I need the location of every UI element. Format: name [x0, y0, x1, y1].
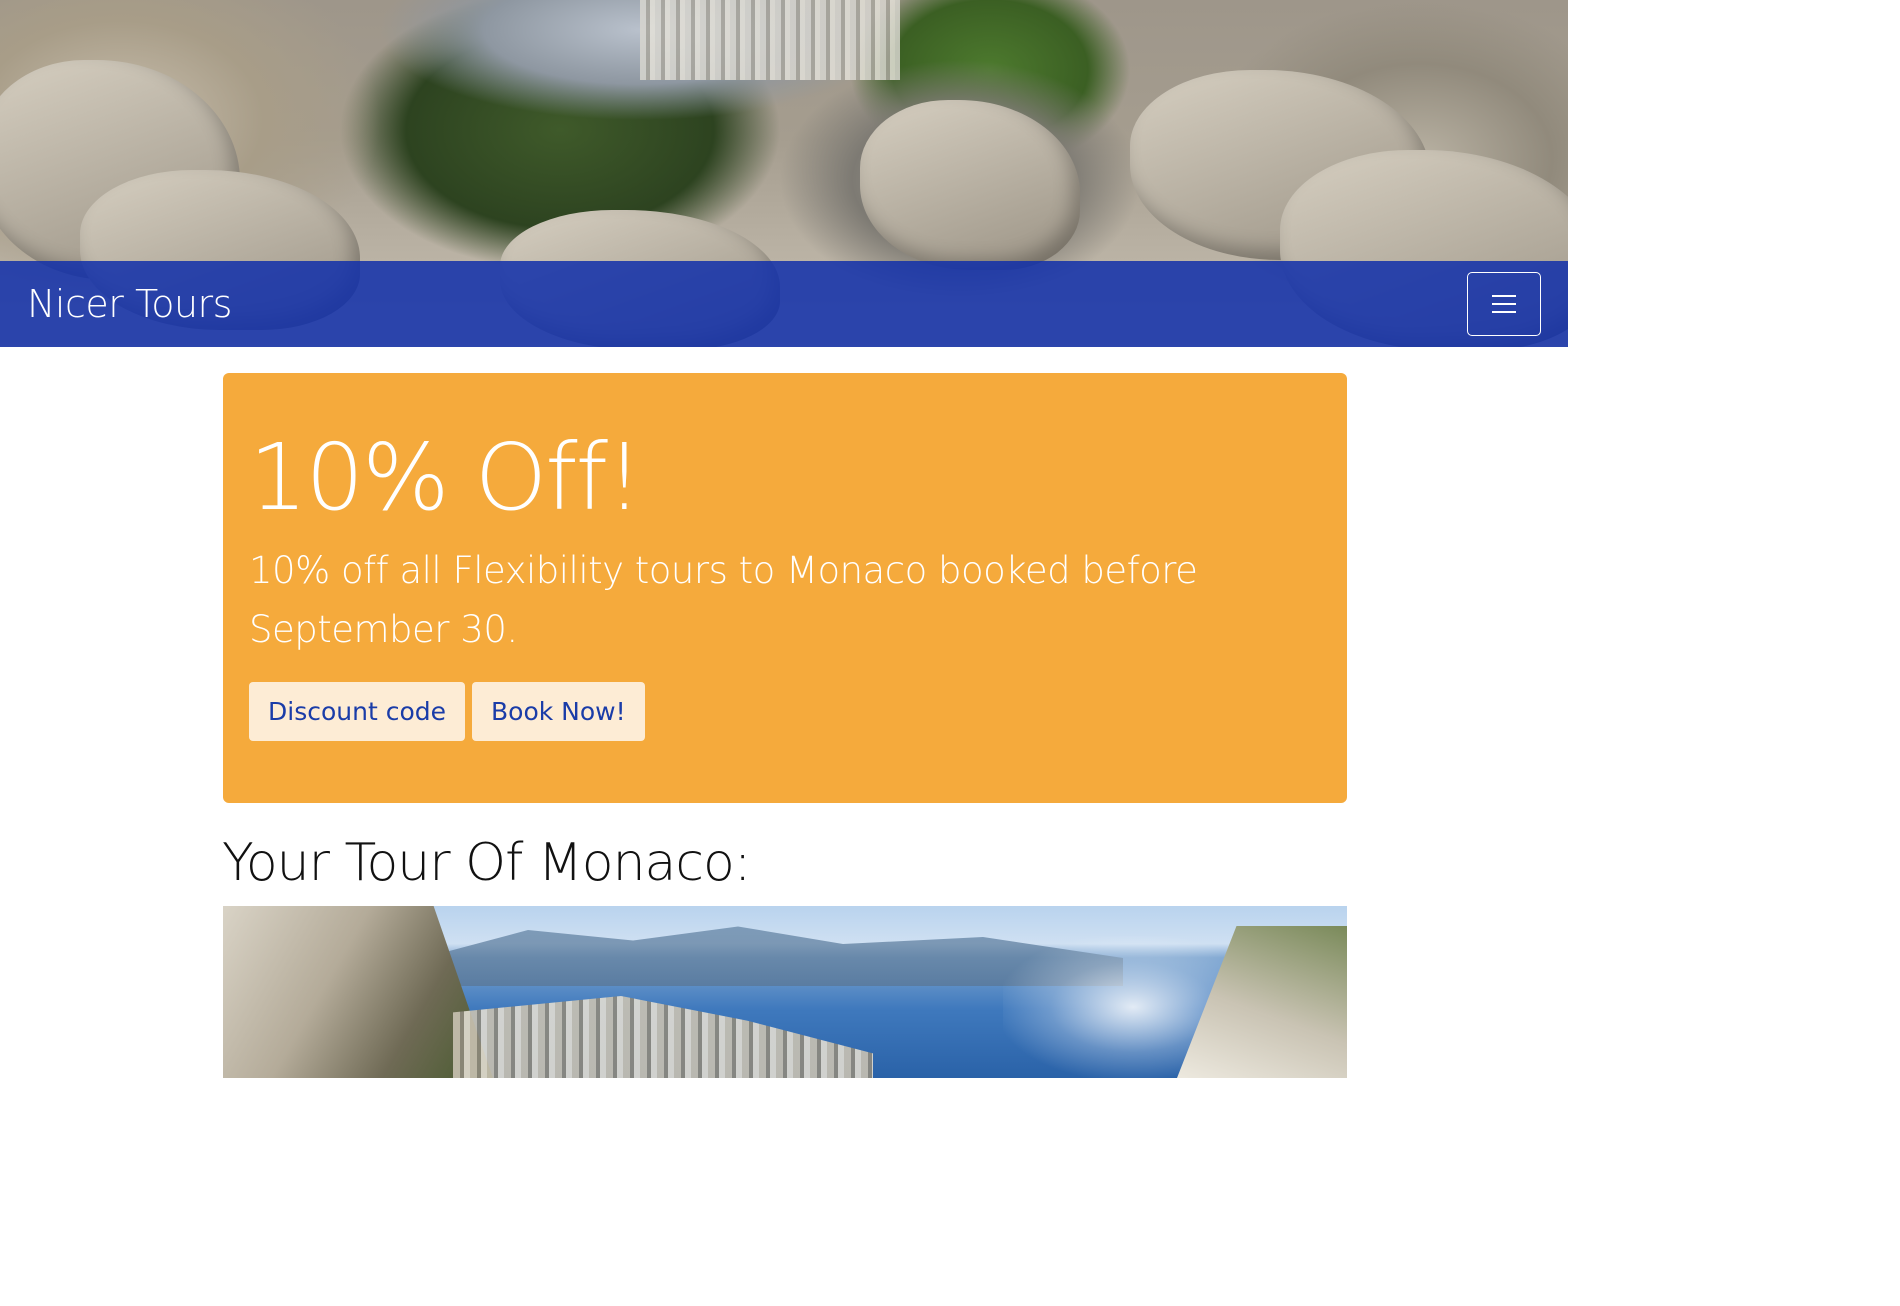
navbar: Nicer Tours — [0, 261, 1568, 347]
tour-heading: Your Tour Of Monaco: — [222, 833, 751, 893]
monaco-tour-image — [223, 906, 1347, 1078]
menu-toggle-button[interactable] — [1467, 272, 1541, 336]
promo-text: 10% off all Flexibility tours to Monaco … — [249, 549, 1198, 651]
hero-banner-image: Nicer Tours — [0, 0, 1568, 347]
book-now-button[interactable]: Book Now! — [472, 682, 645, 741]
hamburger-menu-icon — [1492, 295, 1516, 313]
promo-title: 10% Off! — [249, 424, 643, 531]
page: Nicer Tours 10% Off! 10% off all Flexibi… — [0, 0, 1568, 1078]
promo-card: 10% Off! 10% off all Flexibility tours t… — [223, 373, 1347, 803]
promo-actions: Discount code Book Now! — [249, 682, 645, 741]
discount-code-button[interactable]: Discount code — [249, 682, 465, 741]
brand-link[interactable]: Nicer Tours — [27, 282, 232, 326]
